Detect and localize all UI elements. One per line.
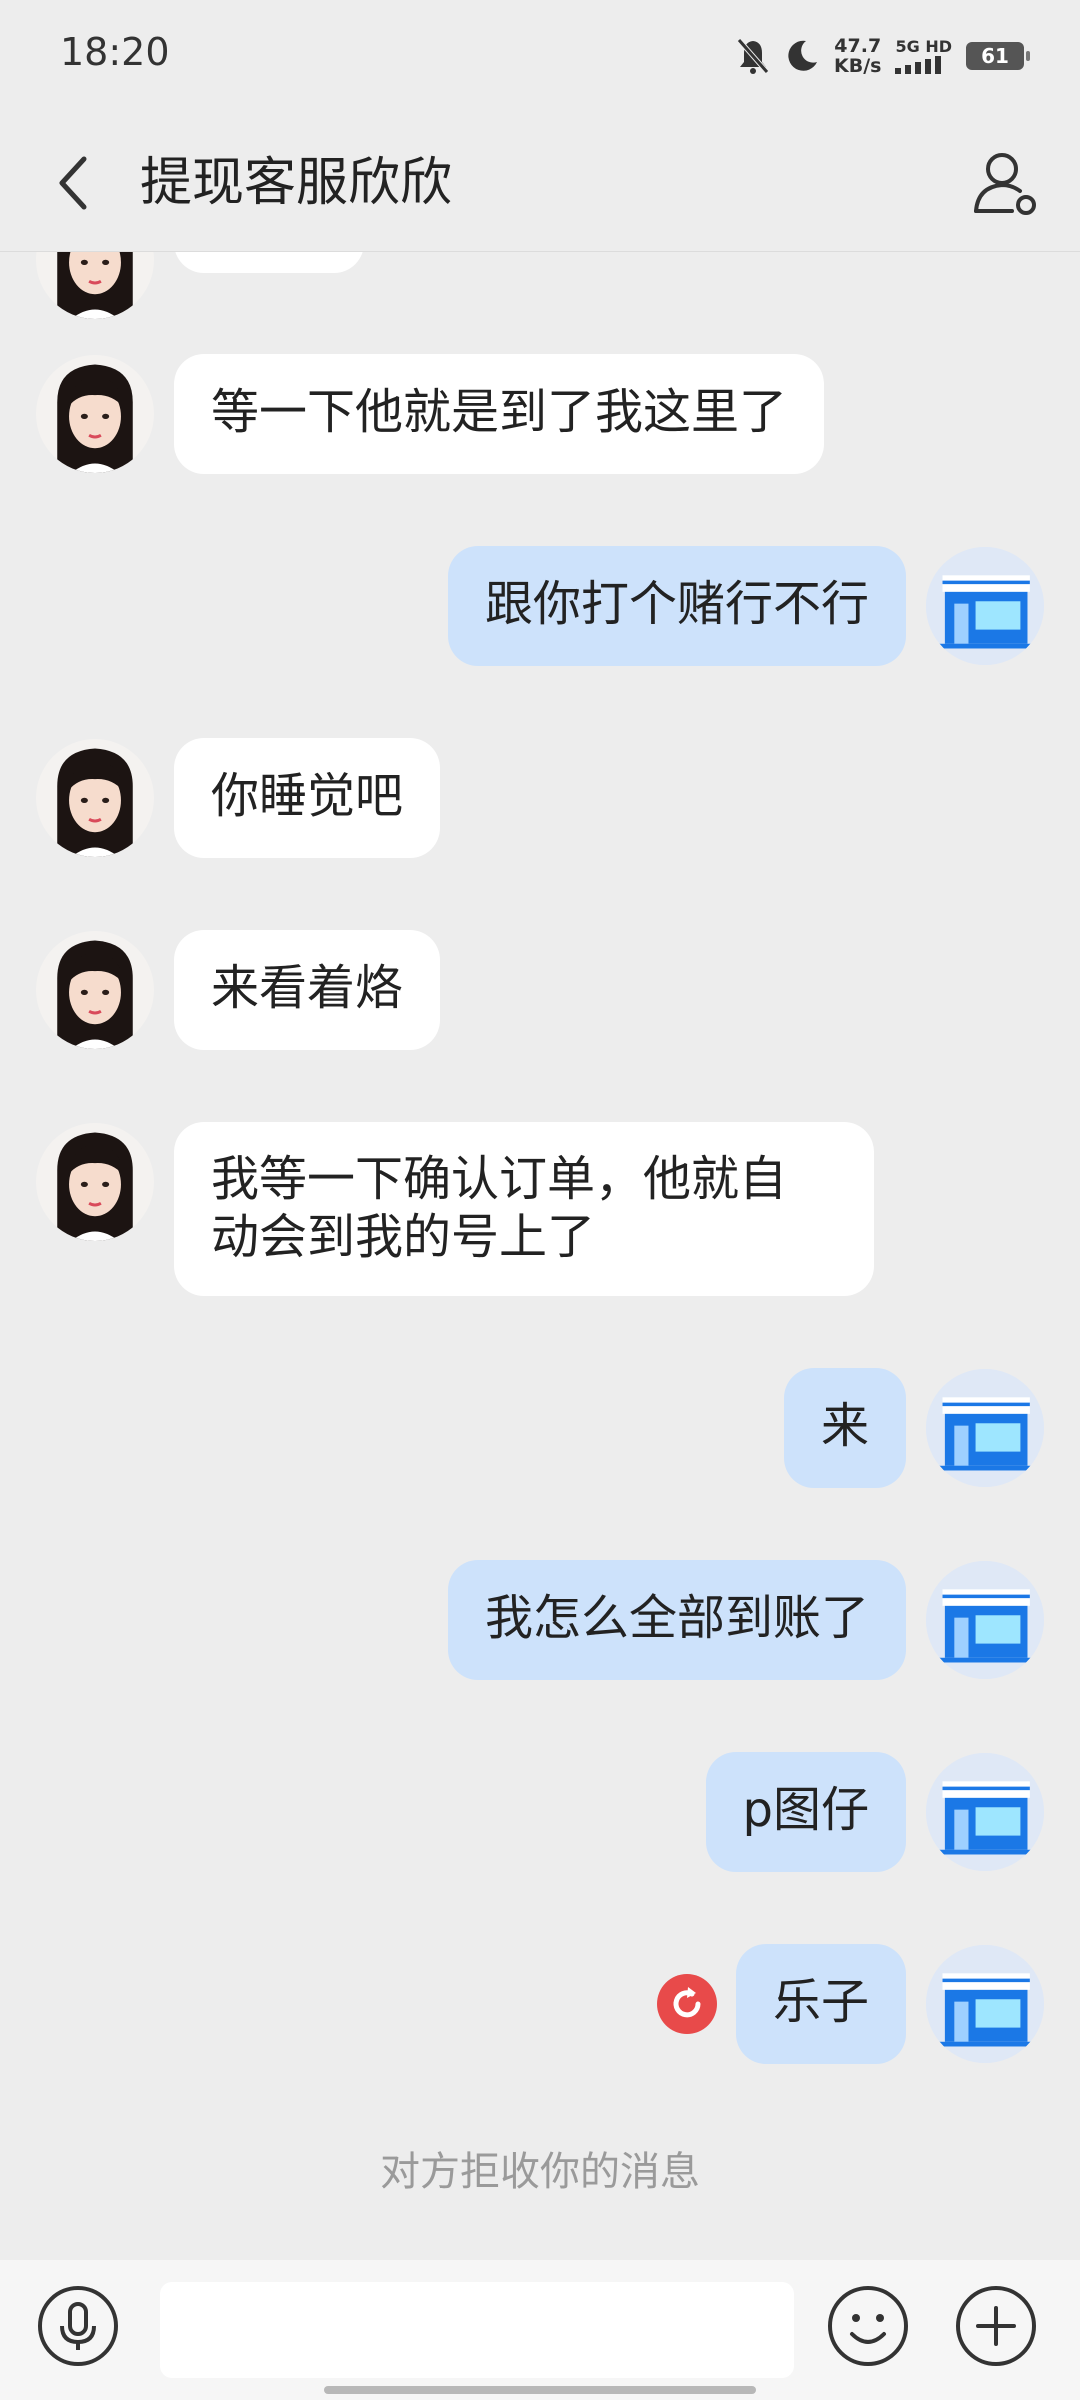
message-bubble[interactable]: 跟你打个赌行不行 xyxy=(447,546,906,666)
message-bubble[interactable]: p图仔 xyxy=(705,1752,906,1872)
network-type: 5G HD xyxy=(895,38,952,74)
avatar[interactable] xyxy=(926,1945,1044,2063)
net-speed: 47.7 KB/s xyxy=(834,36,881,76)
message-list[interactable]: 等一下他就是到了我这里了 跟你打个赌行不行 你睡觉吧 来看着烙 我等一下确认订单… xyxy=(0,251,1080,2250)
avatar[interactable] xyxy=(36,1123,154,1241)
message-line: 我等一下确认订单，他就自 xyxy=(211,1151,788,1207)
message-bubble[interactable]: 你睡觉吧 xyxy=(174,738,441,858)
message-bubble-partial xyxy=(174,251,364,273)
chat-title: 提现客服欣欣 xyxy=(140,153,453,213)
status-bar: 18:20 47.7 KB/s 5G HD 61 xyxy=(0,0,1080,115)
resend-icon[interactable] xyxy=(656,1973,718,2035)
chevron-left-icon[interactable] xyxy=(40,147,112,219)
input-bar xyxy=(0,2260,1080,2400)
avatar[interactable] xyxy=(926,1561,1044,1679)
avatar[interactable] xyxy=(36,355,154,473)
status-icons: 47.7 KB/s 5G HD 61 xyxy=(736,30,1030,82)
net-speed-value: 47.7 xyxy=(834,35,882,57)
message-bubble[interactable]: 等一下他就是到了我这里了 xyxy=(174,354,825,474)
person-settings-icon[interactable] xyxy=(968,145,1044,221)
avatar[interactable] xyxy=(926,547,1044,665)
message-input[interactable] xyxy=(160,2282,794,2378)
microphone-icon[interactable] xyxy=(36,2284,120,2368)
message-line: 动会到我的号上了 xyxy=(211,1209,596,1265)
message-bubble[interactable]: 我怎么全部到账了 xyxy=(447,1560,906,1680)
message-bubble[interactable]: 乐子 xyxy=(735,1944,906,2064)
network-type-label: 5G HD xyxy=(895,37,952,56)
avatar[interactable] xyxy=(36,931,154,1049)
avatar[interactable] xyxy=(36,251,154,319)
emoji-icon[interactable] xyxy=(826,2284,910,2368)
avatar[interactable] xyxy=(36,739,154,857)
message-bubble[interactable]: 来 xyxy=(783,1368,906,1488)
avatar[interactable] xyxy=(926,1369,1044,1487)
moon-icon xyxy=(788,40,818,71)
battery-level: 61 xyxy=(981,44,1009,68)
battery-icon: 61 xyxy=(966,42,1030,70)
mute-icon xyxy=(737,38,769,74)
net-speed-unit: KB/s xyxy=(834,55,882,77)
status-time: 18:20 xyxy=(60,30,170,74)
message-bubble[interactable]: 来看着烙 xyxy=(174,930,441,1050)
message-bubble[interactable]: 我等一下确认订单，他就自 动会到我的号上了 xyxy=(174,1122,874,1296)
avatar[interactable] xyxy=(926,1753,1044,1871)
chat-header: 提现客服欣欣 xyxy=(0,115,1080,252)
home-indicator[interactable] xyxy=(324,2386,756,2394)
rejection-notice: 对方拒收你的消息 xyxy=(380,2149,700,2195)
plus-icon[interactable] xyxy=(954,2284,1038,2368)
signal-icon xyxy=(895,56,942,74)
